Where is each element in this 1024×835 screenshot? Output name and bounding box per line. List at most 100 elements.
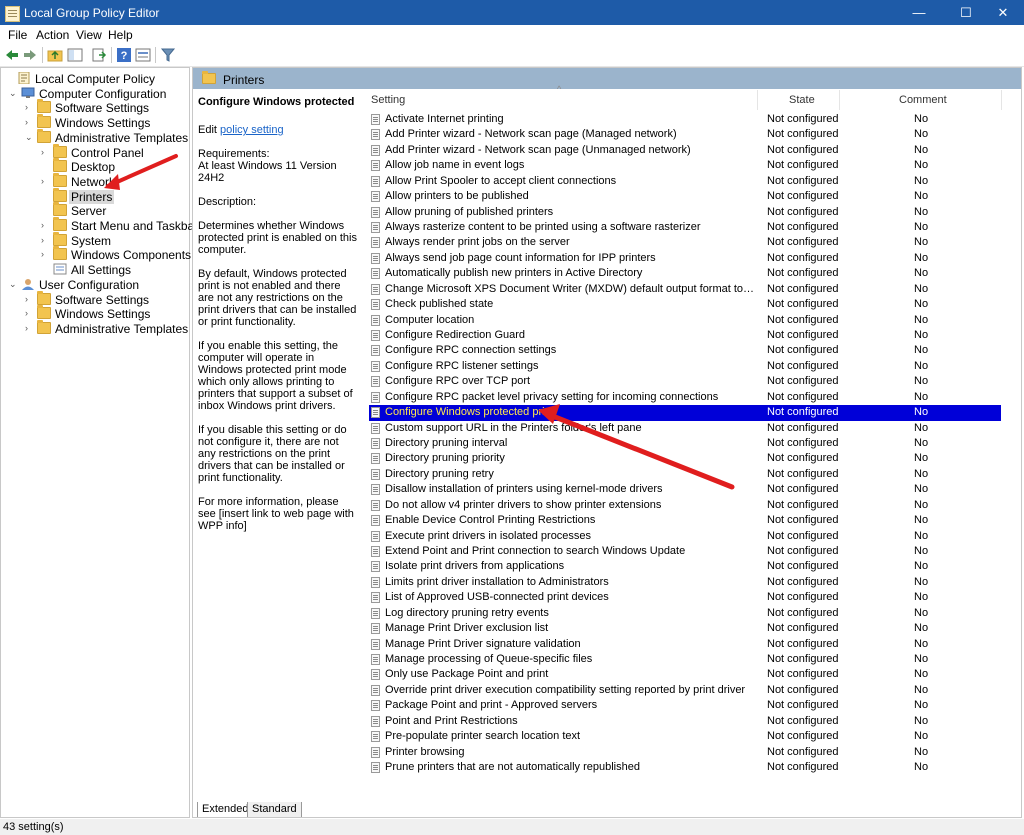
setting-comment: No bbox=[914, 190, 929, 203]
expand-chevron-icon[interactable]: › bbox=[41, 247, 50, 262]
setting-row[interactable]: Pre-populate printer search location tex… bbox=[369, 729, 1001, 744]
setting-name: Do not allow v4 printer drivers to show … bbox=[385, 498, 662, 511]
setting-row[interactable]: Configure RPC over TCP port Not configure… bbox=[369, 374, 1001, 389]
setting-state: Not configured bbox=[767, 467, 839, 480]
column-header-comment[interactable]: Comment bbox=[899, 90, 947, 110]
expand-chevron-icon[interactable]: › bbox=[25, 292, 34, 307]
setting-row[interactable]: Package Point and print - Approved serve… bbox=[369, 698, 1001, 713]
setting-row[interactable]: Configure Windows protected print Not con… bbox=[369, 405, 1001, 421]
minimize-button[interactable]: — bbox=[896, 0, 942, 25]
setting-row[interactable]: Do not allow v4 printer drivers to show … bbox=[369, 498, 1001, 513]
setting-row[interactable]: Extend Point and Print connection to sea… bbox=[369, 544, 1001, 559]
setting-row[interactable]: Allow Print Spooler to accept client con… bbox=[369, 174, 1001, 189]
setting-row[interactable]: Configure RPC connection settings Not con… bbox=[369, 343, 1001, 358]
setting-row[interactable]: Override print driver execution compatib… bbox=[369, 683, 1001, 698]
menu-help[interactable]: Help bbox=[108, 28, 133, 42]
setting-row[interactable]: Only use Package Point and print Not conf… bbox=[369, 667, 1001, 682]
setting-state: Not configured bbox=[767, 174, 839, 187]
setting-row[interactable]: Add Printer wizard - Network scan page (… bbox=[369, 143, 1001, 158]
column-header-state[interactable]: State bbox=[789, 90, 815, 110]
setting-icon bbox=[371, 144, 380, 156]
close-button[interactable]: ✕ bbox=[980, 0, 1024, 25]
setting-row[interactable]: Enable Device Control Printing Restricti… bbox=[369, 513, 1001, 528]
setting-row[interactable]: Add Printer wizard - Network scan page (… bbox=[369, 127, 1001, 142]
setting-row[interactable]: Always render print jobs on the server No… bbox=[369, 235, 1001, 250]
requirements-label: Requirements: bbox=[198, 148, 270, 160]
setting-row[interactable]: Directory pruning interval Not configured… bbox=[369, 436, 1001, 451]
setting-row[interactable]: Manage processing of Queue-specific file… bbox=[369, 652, 1001, 667]
setting-row[interactable]: Allow pruning of published printers Not c… bbox=[369, 205, 1001, 220]
edit-policy-link[interactable]: policy setting bbox=[220, 124, 284, 136]
filter-icon[interactable] bbox=[160, 47, 176, 63]
tab-extended[interactable]: Extended bbox=[197, 802, 254, 817]
setting-row[interactable]: Allow printers to be published Not config… bbox=[369, 189, 1001, 204]
expand-chevron-icon[interactable]: › bbox=[41, 233, 50, 248]
menu-action[interactable]: Action bbox=[36, 28, 69, 42]
properties-icon[interactable] bbox=[135, 47, 151, 63]
setting-name: Extend Point and Print connection to sea… bbox=[385, 545, 686, 558]
expand-chevron-icon[interactable]: › bbox=[41, 145, 50, 160]
setting-row[interactable]: Disallow installation of printers using … bbox=[369, 482, 1001, 497]
setting-row[interactable]: Custom support URL in the Printers folde… bbox=[369, 421, 1001, 436]
column-divider[interactable] bbox=[839, 90, 840, 110]
up-folder-icon[interactable] bbox=[47, 47, 63, 63]
setting-row[interactable]: Always send job page count information f… bbox=[369, 251, 1001, 266]
setting-row[interactable]: Always rasterize content to be printed u… bbox=[369, 220, 1001, 235]
setting-row[interactable]: Prune printers that are not automaticall… bbox=[369, 760, 1001, 775]
show-hide-tree-icon[interactable] bbox=[67, 47, 83, 63]
column-divider[interactable] bbox=[1001, 90, 1002, 110]
setting-name: Always rasterize content to be printed u… bbox=[385, 221, 701, 233]
setting-comment: No bbox=[914, 575, 929, 588]
setting-row[interactable]: Activate Internet printing Not configured… bbox=[369, 112, 1001, 127]
setting-row[interactable]: Configure Redirection Guard Not configure… bbox=[369, 328, 1001, 343]
setting-state: Not configured bbox=[767, 591, 839, 604]
setting-icon bbox=[371, 391, 380, 403]
menu-file[interactable]: File bbox=[8, 28, 27, 42]
setting-state: Not configured bbox=[767, 159, 839, 172]
tab-standard[interactable]: Standard bbox=[247, 802, 302, 817]
setting-comment: No bbox=[914, 514, 929, 527]
expand-chevron-icon[interactable]: › bbox=[25, 100, 34, 115]
expand-chevron-icon[interactable]: › bbox=[25, 115, 34, 130]
setting-row[interactable]: Execute print drivers in isolated proces… bbox=[369, 529, 1001, 544]
setting-row[interactable]: Change Microsoft XPS Document Writer (MX… bbox=[369, 282, 1001, 297]
setting-row[interactable]: Directory pruning priority Not configured… bbox=[369, 451, 1001, 466]
collapse-chevron-icon[interactable]: ⌄ bbox=[9, 277, 18, 292]
setting-row[interactable]: Configure RPC packet level privacy setti… bbox=[369, 390, 1001, 405]
setting-row[interactable]: Log directory pruning retry events Not co… bbox=[369, 606, 1001, 621]
column-header-setting[interactable]: Setting bbox=[371, 90, 405, 110]
forward-arrow-icon[interactable] bbox=[22, 47, 38, 63]
back-arrow-icon[interactable] bbox=[4, 47, 20, 63]
setting-row[interactable]: Limits print driver installation to Admi… bbox=[369, 575, 1001, 590]
setting-row[interactable]: Manage Print Driver signature validation… bbox=[369, 637, 1001, 652]
setting-name: Only use Package Point and print bbox=[385, 668, 549, 681]
setting-row[interactable]: Configure RPC listener settings Not confi… bbox=[369, 359, 1001, 374]
collapse-chevron-icon[interactable]: ⌄ bbox=[9, 86, 18, 101]
expand-chevron-icon[interactable]: › bbox=[41, 174, 50, 189]
menu-view[interactable]: View bbox=[76, 28, 102, 42]
help-icon[interactable]: ? bbox=[116, 47, 132, 63]
setting-row[interactable]: Computer location Not configured No bbox=[369, 313, 1001, 328]
setting-row[interactable]: Point and Print Restrictions Not configur… bbox=[369, 714, 1001, 729]
expand-chevron-icon[interactable]: › bbox=[41, 218, 50, 233]
description-paragraph: Determines whether Windows protected pri… bbox=[198, 220, 357, 256]
setting-row[interactable]: Manage Print Driver exclusion list Not co… bbox=[369, 621, 1001, 636]
expand-chevron-icon[interactable]: › bbox=[25, 321, 34, 336]
setting-name: Directory pruning interval bbox=[385, 437, 508, 450]
setting-icon bbox=[371, 129, 380, 141]
setting-row[interactable]: Allow job name in event logs Not configur… bbox=[369, 158, 1001, 173]
setting-row[interactable]: Directory pruning retry Not configured No bbox=[369, 467, 1001, 482]
setting-comment: No bbox=[914, 143, 929, 156]
setting-row[interactable]: Printer browsing Not configured No bbox=[369, 745, 1001, 760]
column-divider[interactable] bbox=[757, 90, 758, 110]
gpedit-app-icon bbox=[5, 6, 20, 22]
setting-row[interactable]: Check published state Not configured No bbox=[369, 297, 1001, 312]
setting-row[interactable]: List of Approved USB-connected print dev… bbox=[369, 590, 1001, 605]
setting-row[interactable]: Isolate print drivers from applications N… bbox=[369, 559, 1001, 574]
export-list-icon[interactable] bbox=[91, 47, 107, 63]
setting-state: Not configured bbox=[767, 498, 839, 511]
setting-row[interactable]: Automatically publish new printers in Ac… bbox=[369, 266, 1001, 281]
expand-chevron-icon[interactable]: › bbox=[25, 306, 34, 321]
collapse-chevron-icon[interactable]: ⌄ bbox=[25, 130, 34, 145]
setting-name: Override print driver execution compatib… bbox=[385, 683, 746, 696]
